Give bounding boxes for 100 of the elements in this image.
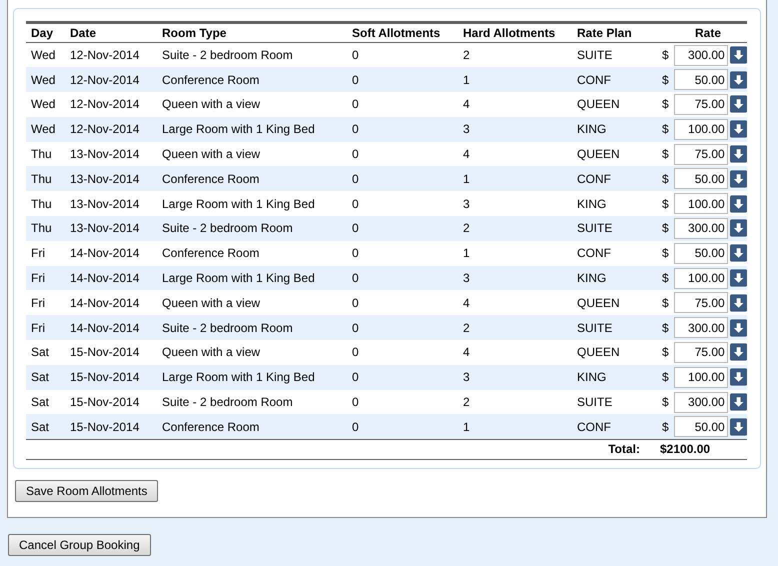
table-cell: Thu — [26, 216, 65, 241]
table-cell: Large Room with 1 King Bed — [157, 266, 347, 290]
column-header: Rate — [652, 22, 747, 42]
table-cell: Suite - 2 bedroom Room — [157, 315, 347, 340]
table-cell: 4 — [458, 92, 572, 117]
table-cell: 0 — [347, 240, 458, 266]
table-cell: Suite - 2 bedroom Room — [157, 216, 347, 241]
table-cell: 15-Nov-2014 — [65, 364, 157, 390]
table-cell: Queen with a view — [157, 92, 347, 117]
table-cell: KING — [572, 364, 652, 390]
column-header: Date — [65, 22, 157, 42]
table-cell: 0 — [347, 290, 458, 316]
table-cell: Large Room with 1 King Bed — [157, 116, 347, 142]
table-cell: 0 — [347, 116, 458, 142]
rate-input[interactable]: 50.00 — [674, 69, 728, 90]
table-cell: 0 — [347, 364, 458, 390]
table-cell: Conference Room — [157, 166, 347, 192]
table-cell: 12-Nov-2014 — [65, 92, 157, 117]
rate-input[interactable]: 100.00 — [674, 366, 728, 388]
table-cell: 1 — [458, 240, 572, 266]
table-cell: 4 — [458, 142, 572, 166]
table-cell: 0 — [347, 315, 458, 340]
table-cell: 2 — [458, 216, 572, 241]
currency-symbol: $ — [662, 270, 669, 288]
rate-input[interactable]: 50.00 — [674, 168, 728, 190]
currency-symbol: $ — [662, 96, 669, 114]
table-cell: SUITE — [572, 315, 652, 340]
column-header: Day — [26, 22, 65, 42]
rate-input[interactable]: 300.00 — [674, 44, 728, 66]
currency-symbol: $ — [662, 369, 669, 386]
table-cell: QUEEN — [572, 340, 652, 365]
table-cell: Suite - 2 bedroom Room — [157, 42, 347, 68]
currency-symbol: $ — [662, 344, 669, 362]
table-cell: 15-Nov-2014 — [65, 390, 157, 414]
table-cell: Sat — [26, 390, 65, 414]
table-cell: QUEEN — [572, 290, 652, 316]
table-cell: 3 — [458, 364, 572, 390]
currency-symbol: $ — [662, 47, 669, 64]
currency-symbol: $ — [662, 245, 669, 262]
table-cell: CONF — [572, 414, 652, 440]
table-cell: Conference Room — [157, 67, 347, 92]
table-cell: 1 — [458, 67, 572, 92]
table-cell: Fri — [26, 266, 65, 290]
table-cell: Large Room with 1 King Bed — [157, 364, 347, 390]
table-cell: Wed — [26, 67, 65, 92]
table-cell: 15-Nov-2014 — [65, 414, 157, 440]
rate-input[interactable]: 50.00 — [674, 242, 728, 264]
rate-input[interactable]: 300.00 — [674, 392, 728, 413]
rate-input[interactable]: 75.00 — [674, 342, 728, 363]
rate-input[interactable]: 75.00 — [674, 94, 728, 115]
table-cell: KING — [572, 266, 652, 290]
table-cell: 0 — [347, 92, 458, 117]
column-header: Rate Plan — [572, 22, 652, 42]
column-header: Room Type — [157, 22, 347, 42]
table-cell: 4 — [458, 290, 572, 316]
table-cell: 12-Nov-2014 — [65, 116, 157, 142]
table-cell: SUITE — [572, 390, 652, 414]
table-cell: 12-Nov-2014 — [65, 67, 157, 92]
currency-symbol: $ — [662, 394, 669, 412]
total-label: Total: — [572, 439, 652, 460]
table-cell: 0 — [347, 266, 458, 290]
cancel-button[interactable]: Cancel Group Booking — [8, 534, 151, 556]
table-cell: Conference Room — [157, 240, 347, 266]
table-cell: 0 — [347, 142, 458, 166]
table-cell: 0 — [347, 166, 458, 192]
table-cell: 13-Nov-2014 — [65, 142, 157, 166]
rate-input[interactable]: 75.00 — [674, 292, 728, 314]
table-cell: 14-Nov-2014 — [65, 240, 157, 266]
table-cell: 3 — [458, 191, 572, 216]
rate-input[interactable]: 100.00 — [674, 193, 728, 214]
rate-input[interactable]: 100.00 — [674, 118, 728, 140]
rate-input[interactable]: 300.00 — [674, 317, 728, 338]
table-cell: CONF — [572, 240, 652, 266]
table-cell: 2 — [458, 315, 572, 340]
rate-input[interactable]: 75.00 — [674, 144, 728, 165]
table-cell: 14-Nov-2014 — [65, 266, 157, 290]
rate-input[interactable]: 50.00 — [674, 416, 728, 438]
currency-symbol: $ — [662, 72, 669, 89]
table-cell: 3 — [458, 116, 572, 142]
table-cell: CONF — [572, 67, 652, 92]
currency-symbol: $ — [662, 196, 669, 213]
table-cell: Thu — [26, 191, 65, 216]
rate-input[interactable]: 300.00 — [674, 218, 728, 239]
table-cell: Queen with a view — [157, 142, 347, 166]
table-cell: 1 — [458, 414, 572, 440]
table-cell: 1 — [458, 166, 572, 192]
table-cell: Wed — [26, 116, 65, 142]
table-cell: 0 — [347, 67, 458, 92]
table-cell: 15-Nov-2014 — [65, 340, 157, 365]
table-cell: QUEEN — [572, 92, 652, 117]
table-cell: 12-Nov-2014 — [65, 42, 157, 68]
table-cell: Suite - 2 bedroom Room — [157, 390, 347, 414]
table-cell: CONF — [572, 166, 652, 192]
table-cell: 0 — [347, 216, 458, 241]
save-button[interactable]: Save Room Allotments — [15, 480, 158, 502]
column-header: Soft Allotments — [347, 22, 458, 42]
table-cell: 0 — [347, 191, 458, 216]
table-cell: 0 — [347, 414, 458, 440]
rate-input[interactable]: 100.00 — [674, 268, 728, 289]
table-cell: 0 — [347, 42, 458, 68]
